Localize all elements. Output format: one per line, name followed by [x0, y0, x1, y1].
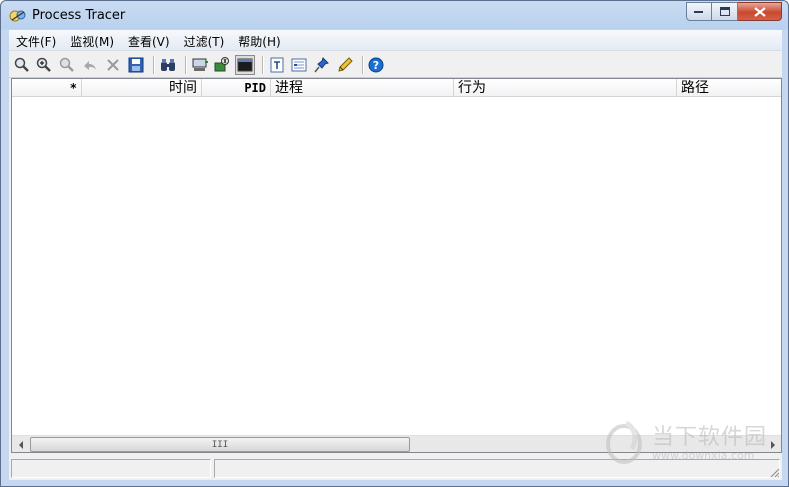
maximize-icon	[719, 7, 730, 16]
save-icon[interactable]	[127, 56, 145, 74]
toolbar-separator	[153, 56, 154, 74]
text-document-icon[interactable]	[268, 56, 286, 74]
client-area: 文件(F) 监视(M) 查看(V) 过滤(T) 帮助(H) ? * 时间 PID…	[9, 30, 782, 480]
event-list[interactable]: * 时间 PID 进程 行为 路径 III	[11, 78, 782, 453]
close-icon	[753, 6, 766, 17]
minimize-icon	[694, 10, 703, 13]
console-window-icon[interactable]	[235, 55, 255, 75]
toolbar-separator	[262, 56, 263, 74]
column-header-process[interactable]: 进程	[271, 79, 454, 97]
scroll-left-button[interactable]	[12, 436, 29, 453]
find-binoculars-icon[interactable]	[159, 56, 177, 74]
title-bar[interactable]: Process Tracer	[1, 1, 788, 30]
scrollbar-grip: III	[211, 439, 229, 450]
menu-bar: 文件(F) 监视(M) 查看(V) 过滤(T) 帮助(H)	[9, 30, 782, 51]
network-monitor-icon[interactable]	[191, 56, 209, 74]
resize-grip-icon[interactable]	[768, 466, 780, 478]
menu-monitor[interactable]: 监视(M)	[63, 30, 121, 51]
column-header-pid[interactable]: PID	[202, 79, 271, 97]
arrow-left-icon	[18, 440, 23, 449]
undo-disabled-icon[interactable]	[81, 56, 99, 74]
svg-text:?: ?	[373, 59, 379, 72]
menu-filter[interactable]: 过滤(T)	[177, 30, 232, 51]
help-icon[interactable]: ?	[367, 56, 385, 74]
zoom-disabled-icon[interactable]	[58, 56, 76, 74]
toolbar: ?	[9, 52, 782, 78]
menu-view[interactable]: 查看(V)	[121, 30, 177, 51]
toolbar-separator	[362, 56, 363, 74]
column-header-marker[interactable]: *	[12, 79, 82, 97]
column-header-path[interactable]: 路径	[677, 79, 781, 97]
close-button[interactable]	[738, 2, 782, 21]
list-header: * 时间 PID 进程 行为 路径	[12, 79, 781, 97]
toolbar-separator	[185, 56, 186, 74]
menu-file[interactable]: 文件(F)	[9, 30, 63, 51]
list-rows[interactable]	[12, 98, 781, 435]
process-tree-icon[interactable]	[213, 56, 231, 74]
maximize-button[interactable]	[712, 2, 738, 21]
status-panel-1	[11, 459, 211, 478]
horizontal-scrollbar[interactable]: III	[12, 435, 781, 452]
column-header-time[interactable]: 时间	[82, 79, 202, 97]
minimize-button[interactable]	[686, 2, 712, 21]
scroll-right-button[interactable]	[764, 436, 781, 453]
status-bar	[9, 457, 782, 480]
app-icon[interactable]	[9, 8, 27, 24]
arrow-right-icon	[770, 440, 775, 449]
properties-list-icon[interactable]	[290, 56, 308, 74]
status-panel-2	[214, 459, 780, 478]
zoom-in-icon[interactable]	[35, 56, 53, 74]
delete-disabled-icon[interactable]	[104, 56, 122, 74]
window-controls	[686, 2, 782, 21]
window-title: Process Tracer	[32, 8, 126, 23]
highlight-pen-icon[interactable]	[336, 56, 354, 74]
pin-icon[interactable]	[313, 56, 331, 74]
magnifier-icon[interactable]	[13, 56, 31, 74]
main-window: Process Tracer 文件(F) 监视(M) 查看(V) 过滤(T) 帮…	[0, 0, 789, 487]
column-header-action[interactable]: 行为	[454, 79, 677, 97]
scrollbar-thumb[interactable]: III	[30, 437, 410, 452]
menu-help[interactable]: 帮助(H)	[231, 30, 287, 51]
